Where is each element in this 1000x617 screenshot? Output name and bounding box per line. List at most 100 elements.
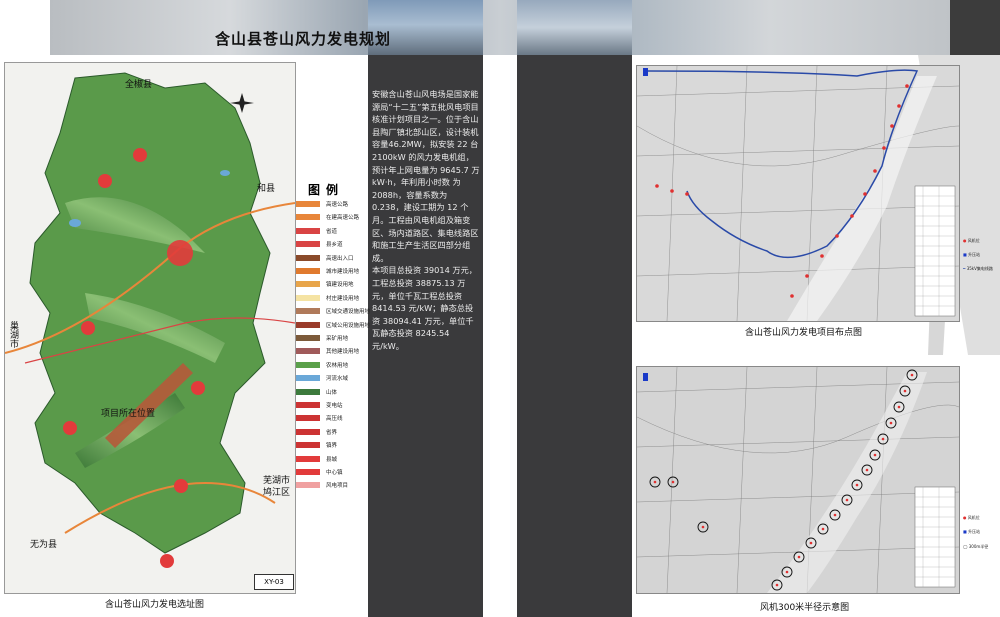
legend-substation: ■ 升压站 xyxy=(963,252,981,257)
legend-swatch xyxy=(296,455,320,462)
legend-swatch xyxy=(296,469,320,475)
legend-row: 高压线 xyxy=(296,411,343,425)
legend-label: 区域交通设施用地 xyxy=(326,309,371,316)
legend-row: 村庄建设用地 xyxy=(296,291,359,305)
radius-legend-icon: ◯ xyxy=(963,544,968,549)
legend-swatch xyxy=(296,227,320,234)
legend-collector-line: ━ 35kV集电线路 xyxy=(963,266,993,271)
legend-row: 镇建设用地 xyxy=(296,277,354,291)
legend-swatch xyxy=(296,375,320,382)
line-legend-icon: ━ xyxy=(963,266,966,271)
place-label-southeast-2: 鸠江区 xyxy=(263,488,291,498)
legend-label: 山体 xyxy=(326,389,338,396)
legend-row: 区域公用设施用地 xyxy=(296,318,370,332)
town-marker xyxy=(81,321,95,335)
legend-turbine-2: ● 风机位 xyxy=(963,515,980,520)
legend-row: 城市建设用地 xyxy=(296,264,359,278)
legend-swatch xyxy=(296,254,320,261)
project-location-label: 项目所在位置 xyxy=(101,409,156,419)
legend-swatch xyxy=(296,201,320,207)
project-description: 安徽含山苍山风电场是国家能源局“十二五”第五批风电项目核准计划项目之一。位于含山… xyxy=(372,88,480,352)
drawing-tag: XY-03 xyxy=(254,574,294,590)
legend-label: 高压线 xyxy=(326,416,343,423)
legend-row: 高速公路 xyxy=(296,197,348,211)
legend-turbine: ● 风机位 xyxy=(963,238,980,243)
legend-swatch xyxy=(296,294,320,301)
legend-label: 省界 xyxy=(326,429,338,436)
town-marker xyxy=(63,421,77,435)
header-photo-plaza xyxy=(517,0,632,55)
turbine-radius-map xyxy=(636,366,960,594)
legend-row: 省界 xyxy=(296,425,337,439)
town-marker xyxy=(191,381,205,395)
legend-label: 采矿用地 xyxy=(326,336,349,342)
legend-swatch xyxy=(296,214,320,221)
substation-marker xyxy=(643,68,648,76)
legend-swatch xyxy=(296,241,320,248)
legend-label: 农林用地 xyxy=(326,362,349,369)
right-top-caption: 含山苍山风力发电项目布点图 xyxy=(745,328,863,338)
legend-swatch xyxy=(296,335,320,341)
legend-swatch xyxy=(296,268,320,274)
legend-row: 采矿用地 xyxy=(296,331,348,345)
legend-label: 风电项目 xyxy=(326,483,349,490)
legend-row: 变电站 xyxy=(296,398,343,412)
legend-label: 城市建设用地 xyxy=(326,269,360,275)
legend-swatch xyxy=(296,402,320,408)
legend-label: 高速出入口 xyxy=(326,255,354,262)
legend-title: 图例 xyxy=(308,183,345,197)
place-label-west: 巢湖市 xyxy=(8,321,18,348)
turbine-legend-icon: ● xyxy=(963,515,967,520)
town-marker xyxy=(160,554,174,568)
legend-row: 区域交通设施用地 xyxy=(296,304,370,318)
header-photo-strip xyxy=(50,0,950,55)
coordinate-table xyxy=(914,185,956,317)
description-paragraph-2: 本项目总投资 39014 万元，工程总投资 38875.13 万元，单位千瓦工程… xyxy=(372,265,477,351)
place-label-east: 和县 xyxy=(257,184,276,194)
town-marker xyxy=(174,479,188,493)
legend-row: 县乡道 xyxy=(296,237,343,251)
legend-row: 其他建设用地 xyxy=(296,344,359,358)
legend-label: 镇界 xyxy=(326,443,338,450)
turbine-layout-map xyxy=(636,65,960,322)
legend-radius: ◯ 300m半径 xyxy=(963,544,989,549)
legend-swatch xyxy=(296,348,320,355)
legend-swatch xyxy=(296,428,320,435)
legend-label: 在建高速公路 xyxy=(326,215,360,222)
header-dark-corner xyxy=(950,0,1000,55)
legend-label: 镇建设用地 xyxy=(326,282,354,289)
county-town-marker xyxy=(167,240,193,266)
legend-label: 高速公路 xyxy=(326,202,349,208)
place-label-north: 全椒县 xyxy=(125,80,153,90)
legend-label: 区域公用设施用地 xyxy=(326,322,371,329)
site-selection-map: 全椒县 和县 巢湖市 芜湖市 鸠江区 无为县 项目所在位置 xyxy=(4,62,296,594)
town-marker xyxy=(98,174,112,188)
place-label-southwest: 无为县 xyxy=(30,540,58,550)
legend-row: 高速出入口 xyxy=(296,251,354,265)
left-map-caption: 含山苍山风力发电选址图 xyxy=(105,600,205,610)
legend-row: 风电项目 xyxy=(296,478,348,492)
center-divider-panel xyxy=(517,0,632,617)
site-map-graphic xyxy=(4,72,296,568)
legend-swatch xyxy=(296,321,320,328)
right-bottom-caption: 风机300米半径示意图 xyxy=(760,603,850,613)
legend-row: 镇界 xyxy=(296,438,337,452)
legend-swatch xyxy=(296,482,320,489)
legend-row: 农林用地 xyxy=(296,358,348,372)
legend-label: 省道 xyxy=(326,228,338,235)
legend-row: 河流水域 xyxy=(296,371,348,385)
legend-row: 山体 xyxy=(296,385,337,399)
legend-label: 中心镇 xyxy=(326,470,343,476)
town-marker xyxy=(133,148,147,162)
legend-label: 县乡道 xyxy=(326,242,343,249)
lake xyxy=(69,219,81,227)
substation-legend-icon: ■ xyxy=(963,252,967,257)
legend-row: 中心镇 xyxy=(296,465,343,479)
legend-swatch xyxy=(296,281,320,288)
radius-map-graphic xyxy=(637,367,959,593)
legend-swatch xyxy=(296,308,320,315)
turbine-legend-icon: ● xyxy=(963,238,967,243)
legend-swatch xyxy=(296,388,320,395)
legend-swatch xyxy=(296,415,320,422)
legend-label: 河流水域 xyxy=(326,376,349,383)
